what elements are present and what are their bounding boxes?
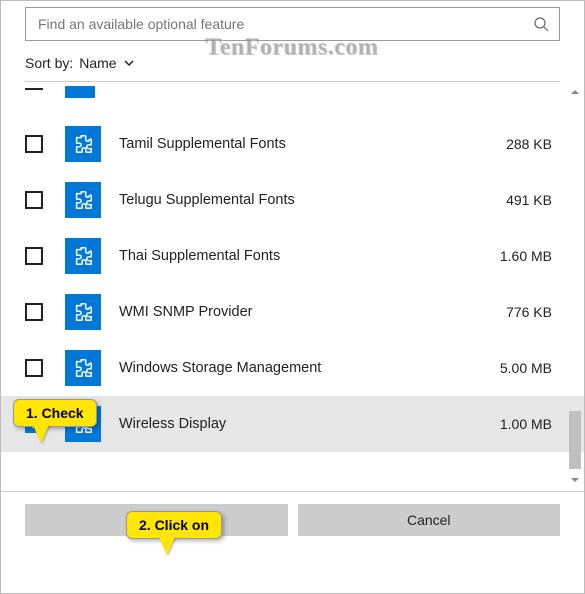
scroll-up-icon[interactable] bbox=[568, 85, 582, 99]
list-item[interactable]: Tamil Supplemental Fonts 288 KB bbox=[1, 116, 584, 172]
search-input[interactable] bbox=[36, 15, 533, 33]
search-input-container[interactable] bbox=[25, 7, 560, 41]
checkbox[interactable] bbox=[25, 135, 43, 153]
checkbox[interactable] bbox=[25, 359, 43, 377]
annotation-click: 2. Click on bbox=[126, 511, 222, 539]
sort-by[interactable]: Sort by: Name bbox=[25, 55, 560, 71]
cancel-button[interactable]: Cancel bbox=[298, 504, 561, 536]
list-item[interactable]: Thai Supplemental Fonts 1.60 MB bbox=[1, 228, 584, 284]
checkbox[interactable] bbox=[25, 191, 43, 209]
puzzle-icon bbox=[65, 126, 101, 162]
sort-label: Sort by: bbox=[25, 55, 73, 71]
list-item-partial bbox=[1, 86, 584, 116]
feature-list: Tamil Supplemental Fonts 288 KB Telugu S… bbox=[1, 81, 584, 491]
feature-size: 776 KB bbox=[506, 304, 560, 320]
puzzle-icon bbox=[65, 86, 95, 98]
checkbox[interactable] bbox=[25, 86, 43, 90]
feature-name: WMI SNMP Provider bbox=[119, 304, 506, 320]
scroll-thumb[interactable] bbox=[569, 411, 581, 469]
list-item[interactable]: WMI SNMP Provider 776 KB bbox=[1, 284, 584, 340]
feature-name: Telugu Supplemental Fonts bbox=[119, 192, 506, 208]
feature-name: Thai Supplemental Fonts bbox=[119, 248, 500, 264]
feature-name: Windows Storage Management bbox=[119, 360, 500, 376]
feature-size: 5.00 MB bbox=[500, 360, 560, 376]
puzzle-icon bbox=[65, 182, 101, 218]
annotation-tail bbox=[159, 537, 175, 555]
divider bbox=[25, 81, 560, 82]
feature-name: Tamil Supplemental Fonts bbox=[119, 136, 506, 152]
puzzle-icon bbox=[65, 350, 101, 386]
feature-size: 288 KB bbox=[506, 136, 560, 152]
puzzle-icon bbox=[65, 294, 101, 330]
list-item[interactable]: Telugu Supplemental Fonts 491 KB bbox=[1, 172, 584, 228]
chevron-down-icon bbox=[123, 57, 135, 69]
checkbox[interactable] bbox=[25, 247, 43, 265]
feature-name: Wireless Display bbox=[119, 416, 500, 432]
feature-size: 1.00 MB bbox=[500, 416, 560, 432]
feature-size: 491 KB bbox=[506, 192, 560, 208]
annotation-check: 1. Check bbox=[13, 399, 97, 427]
footer: Install (1) Cancel bbox=[1, 491, 584, 548]
search-icon bbox=[533, 16, 549, 32]
scroll-down-icon[interactable] bbox=[568, 473, 582, 487]
annotation-tail bbox=[33, 425, 49, 443]
puzzle-icon bbox=[65, 238, 101, 274]
scrollbar[interactable] bbox=[568, 85, 582, 487]
checkbox[interactable] bbox=[25, 303, 43, 321]
sort-value: Name bbox=[79, 55, 116, 71]
feature-size: 1.60 MB bbox=[500, 248, 560, 264]
list-item[interactable]: Windows Storage Management 5.00 MB bbox=[1, 340, 584, 396]
